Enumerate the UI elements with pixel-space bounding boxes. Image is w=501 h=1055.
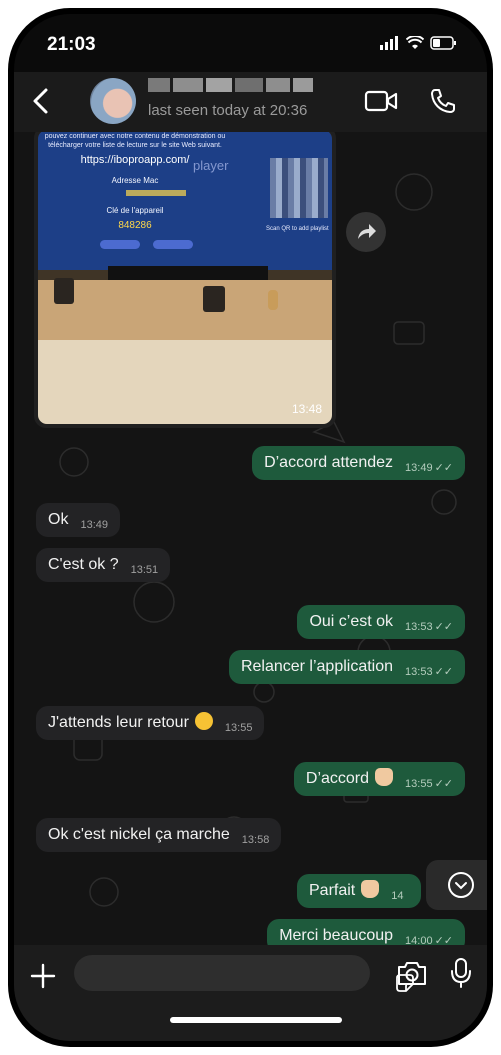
status-icons: [380, 36, 457, 50]
image-message[interactable]: pouvez continuer avec notre contenu de d…: [34, 132, 336, 428]
back-arrow-icon[interactable]: [26, 86, 56, 116]
read-ticks-icon: ✓✓: [434, 778, 453, 790]
message-text: Merci beaucoup: [279, 927, 394, 944]
message-time: 14:00: [405, 935, 433, 945]
tv-photo[interactable]: pouvez continuer avec notre contenu de d…: [38, 132, 332, 424]
read-ticks-icon: ✓✓: [434, 935, 453, 945]
microphone-icon[interactable]: [450, 957, 472, 989]
message-in[interactable]: Ok c'est nickel ça marche 13:58: [36, 818, 282, 852]
message-text: D’accord: [305, 770, 370, 787]
composer-bar: [14, 945, 487, 1041]
forward-button[interactable]: [346, 212, 386, 252]
message-time: 13:53: [405, 621, 433, 633]
phone-call-icon[interactable]: [429, 87, 457, 115]
tv-qr-code: [270, 158, 328, 218]
message-time: 13:58: [241, 834, 270, 846]
speaker: [54, 278, 74, 304]
speaker: [203, 286, 225, 312]
chat-area[interactable]: pouvez continuer avec notre contenu de d…: [14, 132, 487, 945]
read-ticks-icon: ✓✓: [434, 621, 453, 633]
message-time: 13:48: [291, 402, 322, 416]
tv-mac-value-blurred: [126, 190, 186, 196]
tv-button: [153, 240, 193, 249]
message-text: Ok: [48, 511, 69, 528]
tv-text-line: pouvez continuer avec notre contenu de d…: [44, 133, 226, 140]
message-text: C'est ok ?: [48, 556, 119, 573]
chevron-down-icon: [448, 872, 474, 898]
battery-icon: [430, 36, 456, 50]
contact-avatar[interactable]: [90, 78, 136, 124]
figurine: [268, 290, 278, 310]
message-time: 13:49: [80, 519, 108, 531]
camera-icon[interactable]: [396, 959, 428, 987]
message-time: 14: [391, 890, 404, 902]
signal-icon: [380, 36, 398, 50]
tv-brand: player: [193, 158, 229, 173]
wifi-icon: [406, 36, 424, 49]
tv-text-line: télécharger votre liste de lecture sur l…: [48, 142, 222, 149]
tv-mac-label: Adresse Mac: [111, 176, 159, 185]
message-time: 13:51: [130, 564, 159, 576]
screen: 21:03 last seen today at 20:36 pouvez co…: [14, 14, 487, 1041]
message-text: J'attends leur retour: [48, 714, 189, 731]
tv-screen: pouvez continuer avec notre contenu de d…: [38, 132, 332, 270]
status-time: 21:03: [47, 34, 96, 55]
message-out[interactable]: D’accord 13:55 ✓✓: [293, 762, 465, 796]
read-ticks-icon: ✓✓: [434, 462, 453, 474]
message-out[interactable]: Parfait 14: [297, 874, 421, 908]
tv-qr-caption: Scan QR to add playlist: [266, 226, 329, 232]
message-out[interactable]: Oui c’est ok 13:53 ✓✓: [297, 605, 465, 639]
scroll-to-bottom-button[interactable]: [426, 860, 487, 910]
status-bar: 21:03: [14, 14, 487, 72]
message-time: 13:49: [405, 462, 433, 474]
thumbs-up-emoji: [361, 880, 380, 898]
plus-icon[interactable]: [28, 961, 58, 991]
message-in[interactable]: J'attends leur retour 13:55: [36, 706, 265, 740]
tv-device-code: 848286: [118, 220, 152, 231]
tv-shelf: [38, 280, 332, 340]
forward-icon: [358, 224, 376, 239]
tv-key-label: Clé de l'appareil: [106, 206, 164, 215]
message-text: Oui c’est ok: [309, 613, 394, 630]
tv-button: [100, 240, 140, 249]
message-time: 13:55: [405, 778, 433, 790]
message-out[interactable]: D’accord attendez 13:49 ✓✓: [252, 446, 465, 480]
message-text: Relancer l’application: [240, 658, 394, 675]
message-time: 13:55: [224, 722, 253, 734]
thumbs-up-emoji: [375, 768, 394, 786]
read-ticks-icon: ✓✓: [434, 666, 453, 678]
message-text: Ok c'est nickel ça marche: [48, 826, 230, 843]
message-out[interactable]: Relancer l’application 13:53 ✓✓: [228, 650, 465, 684]
chat-header: last seen today at 20:36: [14, 72, 487, 132]
phone-frame: 21:03 last seen today at 20:36 pouvez co…: [8, 8, 493, 1047]
message-in[interactable]: C'est ok ? 13:51: [36, 548, 171, 582]
tv-cabinet: [38, 340, 332, 424]
message-text: Parfait: [309, 882, 356, 899]
message-input[interactable]: [74, 955, 414, 992]
contact-name-blurred[interactable]: [148, 78, 328, 96]
winking-face-emoji: [194, 712, 213, 730]
message-in[interactable]: Ok 13:49: [36, 503, 120, 537]
message-text: D’accord attendez: [264, 454, 394, 471]
message-out[interactable]: Merci beaucoup 14:00 ✓✓: [267, 919, 465, 945]
video-call-icon[interactable]: [364, 89, 398, 113]
home-indicator: [170, 1017, 342, 1023]
message-time: 13:53: [405, 666, 433, 678]
last-seen-text: last seen today at 20:36: [148, 102, 308, 119]
